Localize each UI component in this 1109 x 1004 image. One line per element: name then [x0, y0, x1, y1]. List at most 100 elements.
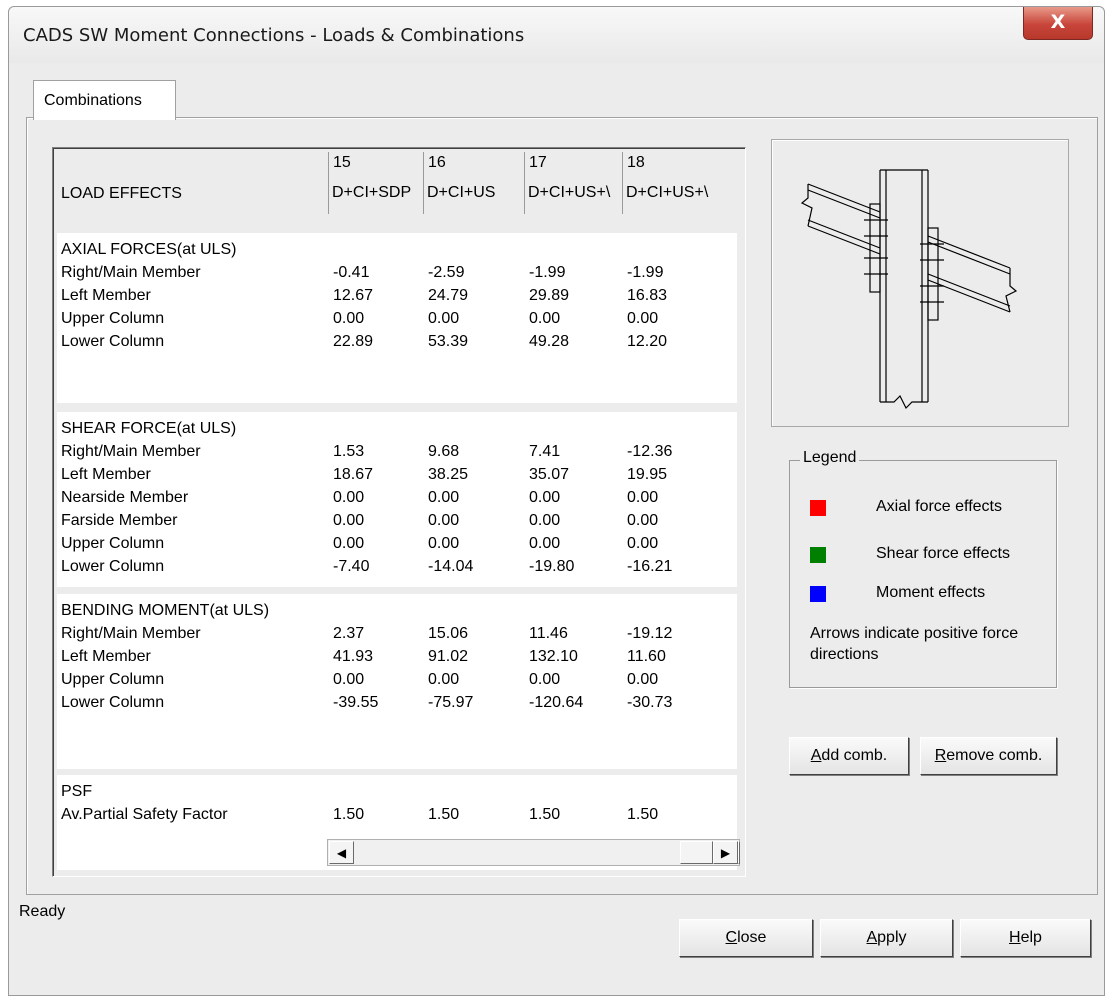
value-cell[interactable]: -1.99 — [529, 264, 565, 282]
value-cell[interactable]: 9.68 — [428, 443, 459, 461]
value-cell[interactable]: -19.12 — [627, 625, 672, 643]
value-cell[interactable]: 1.50 — [333, 806, 364, 824]
value-cell[interactable]: 0.00 — [529, 489, 560, 507]
value-cell[interactable]: 0.00 — [428, 671, 459, 689]
add-label: dd comb. — [821, 747, 888, 764]
table-row[interactable]: Left Member 41.93 91.02 132.10 11.60 — [57, 648, 737, 670]
table-row[interactable]: Left Member 12.67 24.79 29.89 16.83 — [57, 287, 737, 309]
value-cell[interactable]: 18.67 — [333, 466, 373, 484]
value-cell[interactable]: 19.95 — [627, 466, 667, 484]
value-cell[interactable]: 0.00 — [627, 671, 658, 689]
column-number: 16 — [428, 154, 446, 171]
value-cell[interactable]: 91.02 — [428, 648, 468, 666]
value-cell[interactable]: 0.00 — [333, 671, 364, 689]
table-row[interactable]: Upper Column 0.00 0.00 0.00 0.00 — [57, 535, 737, 557]
dialog-window: CADS SW Moment Connections - Loads & Com… — [8, 6, 1105, 996]
value-cell[interactable]: 0.00 — [333, 535, 364, 553]
value-cell[interactable]: 1.50 — [529, 806, 560, 824]
value-cell[interactable]: 0.00 — [529, 512, 560, 530]
apply-button[interactable]: Apply — [820, 919, 953, 957]
value-cell[interactable]: 12.20 — [627, 333, 667, 351]
help-button[interactable]: Help — [960, 919, 1091, 957]
remove-combination-button[interactable]: Remove comb. — [920, 737, 1057, 775]
value-cell[interactable]: -30.73 — [627, 694, 672, 712]
value-cell[interactable]: 0.00 — [627, 489, 658, 507]
window-title: CADS SW Moment Connections - Loads & Com… — [23, 25, 525, 46]
value-cell[interactable]: 7.41 — [529, 443, 560, 461]
column-header-18[interactable]: 18 D+CI+US+\ — [623, 152, 737, 214]
value-cell[interactable]: 0.00 — [529, 310, 560, 328]
scroll-thumb[interactable] — [680, 841, 713, 864]
value-cell[interactable]: 38.25 — [428, 466, 468, 484]
value-cell[interactable]: -120.64 — [529, 694, 583, 712]
value-cell[interactable]: -16.21 — [627, 558, 672, 576]
value-cell[interactable]: 12.67 — [333, 287, 373, 305]
close-label: lose — [737, 929, 767, 946]
value-cell[interactable]: 0.00 — [627, 310, 658, 328]
grid-header: LOAD EFFECTS 15 D+CI+SDP 16 D+CI+US 17 D… — [57, 152, 737, 214]
value-cell[interactable]: 0.00 — [428, 489, 459, 507]
column-header-17[interactable]: 17 D+CI+US+\ — [525, 152, 623, 214]
value-cell[interactable]: 0.00 — [428, 310, 459, 328]
scroll-thumb-gap — [738, 841, 740, 864]
table-row[interactable]: Right/Main Member 1.53 9.68 7.41 -12.36 — [57, 443, 737, 465]
table-row[interactable]: Lower Column 22.89 53.39 49.28 12.20 — [57, 333, 737, 355]
value-cell[interactable]: -39.55 — [333, 694, 378, 712]
value-cell[interactable]: 0.00 — [627, 535, 658, 553]
value-cell[interactable]: 11.60 — [627, 648, 666, 666]
table-row[interactable]: Right/Main Member -0.41 -2.59 -1.99 -1.99 — [57, 264, 737, 286]
table-row[interactable]: Upper Column 0.00 0.00 0.00 0.00 — [57, 310, 737, 332]
value-cell[interactable]: -0.41 — [333, 264, 369, 282]
value-cell[interactable]: 0.00 — [333, 512, 364, 530]
value-cell[interactable]: 0.00 — [627, 512, 658, 530]
row-label: Lower Column — [61, 558, 165, 575]
add-combination-button[interactable]: Add comb. — [789, 737, 909, 775]
scroll-right-icon[interactable]: ▶ — [713, 841, 738, 864]
value-cell[interactable]: 22.89 — [333, 333, 373, 351]
close-button[interactable]: Close — [679, 919, 813, 957]
value-cell[interactable]: 0.00 — [333, 310, 364, 328]
tab-combinations[interactable]: Combinations — [33, 80, 176, 120]
value-cell[interactable]: 49.28 — [529, 333, 569, 351]
value-cell[interactable]: 41.93 — [333, 648, 373, 666]
value-cell[interactable]: -2.59 — [428, 264, 464, 282]
value-cell[interactable]: 2.37 — [333, 625, 364, 643]
value-cell[interactable]: -1.99 — [627, 264, 663, 282]
value-cell[interactable]: 0.00 — [529, 535, 560, 553]
column-header-16[interactable]: 16 D+CI+US — [424, 152, 525, 214]
value-cell[interactable]: -7.40 — [333, 558, 369, 576]
value-cell[interactable]: -12.36 — [627, 443, 672, 461]
value-cell[interactable]: 1.53 — [333, 443, 364, 461]
value-cell[interactable]: 0.00 — [428, 535, 459, 553]
column-header-15[interactable]: 15 D+CI+SDP — [329, 152, 424, 214]
value-cell[interactable]: 0.00 — [333, 489, 364, 507]
close-accel: C — [725, 929, 738, 946]
table-row[interactable]: Left Member 18.67 38.25 35.07 19.95 — [57, 466, 737, 488]
value-cell[interactable]: -75.97 — [428, 694, 473, 712]
table-row[interactable]: Lower Column -39.55 -75.97 -120.64 -30.73 — [57, 694, 737, 716]
horizontal-scrollbar[interactable]: ◀ ▶ — [327, 839, 740, 866]
value-cell[interactable]: 35.07 — [529, 466, 569, 484]
table-row[interactable]: Farside Member 0.00 0.00 0.00 0.00 — [57, 512, 737, 534]
table-row[interactable]: Upper Column 0.00 0.00 0.00 0.00 — [57, 671, 737, 693]
value-cell[interactable]: 0.00 — [529, 671, 560, 689]
value-cell[interactable]: 132.10 — [529, 648, 578, 666]
value-cell[interactable]: 1.50 — [627, 806, 658, 824]
value-cell[interactable]: 53.39 — [428, 333, 468, 351]
value-cell[interactable]: 15.06 — [428, 625, 468, 643]
value-cell[interactable]: -14.04 — [428, 558, 473, 576]
table-row[interactable]: Right/Main Member 2.37 15.06 11.46 -19.12 — [57, 625, 737, 647]
value-cell[interactable]: -19.80 — [529, 558, 574, 576]
value-cell[interactable]: 11.46 — [529, 625, 568, 643]
close-window-button[interactable]: X — [1023, 7, 1093, 40]
legend-title: Legend — [800, 449, 860, 467]
value-cell[interactable]: 0.00 — [428, 512, 459, 530]
table-row[interactable]: Av.Partial Safety Factor 1.50 1.50 1.50 1.50 — [57, 806, 737, 828]
scroll-left-icon[interactable]: ◀ — [329, 841, 354, 864]
value-cell[interactable]: 1.50 — [428, 806, 459, 824]
table-row[interactable]: Nearside Member 0.00 0.00 0.00 0.00 — [57, 489, 737, 511]
value-cell[interactable]: 24.79 — [428, 287, 468, 305]
value-cell[interactable]: 29.89 — [529, 287, 569, 305]
table-row[interactable]: Lower Column -7.40 -14.04 -19.80 -16.21 — [57, 558, 737, 580]
value-cell[interactable]: 16.83 — [627, 287, 667, 305]
